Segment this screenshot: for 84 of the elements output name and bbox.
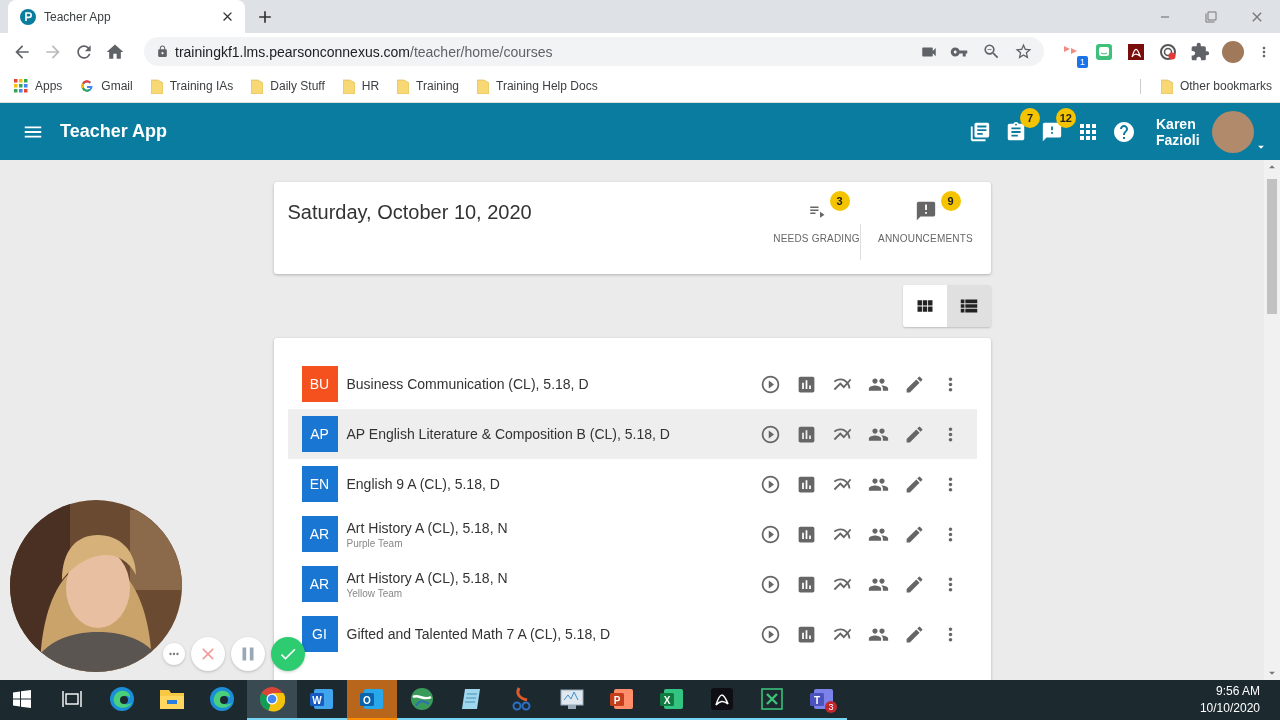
folder-icon (150, 78, 163, 94)
taskbar-clock[interactable]: 9:56 AM 10/10/2020 (1199, 680, 1260, 720)
count-badge: 9 (940, 191, 961, 211)
count-badge: 3 (829, 191, 850, 211)
task-view-icon[interactable] (62, 690, 82, 708)
grid-view-button[interactable] (902, 285, 947, 327)
course-name[interactable]: Art History A (CL), 5.18, N (346, 519, 757, 536)
play-icon[interactable] (760, 373, 781, 395)
scrollbar[interactable] (1264, 160, 1280, 680)
help-icon[interactable] (1112, 119, 1136, 144)
bookmark-link[interactable]: Training (397, 78, 460, 94)
extension-badge: 1 (1077, 55, 1088, 68)
extensions-icon[interactable] (1190, 41, 1210, 62)
edge-browser-icon[interactable] (109, 686, 135, 712)
play-icon[interactable] (760, 573, 781, 595)
file-explorer-icon[interactable] (159, 687, 185, 711)
user-name[interactable]: Karen Fazioli (1156, 115, 1206, 148)
course-name[interactable]: Art History A (CL), 5.18, N (346, 569, 757, 586)
taskbar-app-button[interactable]: T 3 (797, 680, 847, 720)
lock-icon (156, 45, 169, 58)
tab-title: Teacher App (44, 9, 112, 24)
list-view-button[interactable] (946, 285, 991, 327)
course-name[interactable]: English 9 A (CL), 5.18, D (346, 476, 757, 492)
stat-label[interactable]: ANNOUNCEMENTS (878, 233, 973, 244)
google-icon (80, 79, 95, 93)
monitor-icon[interactable] (559, 687, 585, 711)
count-badge: 12 (1055, 107, 1076, 128)
bookmark-link[interactable]: HR (342, 78, 380, 94)
notification-badge: 3 (825, 701, 837, 713)
course-row[interactable]: AP AP English Literature & Composition B (CL), 5.18, D (287, 409, 977, 459)
play-icon[interactable] (760, 523, 781, 545)
browser-tab[interactable]: Teacher App (8, 0, 245, 33)
mind-map-icon[interactable] (760, 687, 784, 711)
folder-icon (477, 78, 490, 94)
bookmark-link[interactable]: Daily Stuff (251, 78, 325, 94)
course-initials: AR (301, 566, 338, 602)
clipboard-icon[interactable] (1005, 120, 1027, 143)
course-initials: AR (301, 516, 338, 552)
date-heading: Saturday, October 10, 2020 (287, 201, 533, 225)
announcement-icon[interactable] (914, 200, 937, 222)
taskbar-app-button[interactable]: O (347, 680, 397, 720)
course-subtitle: Purple Team (346, 537, 404, 549)
taskbar-app-button[interactable]: X (647, 680, 697, 720)
chrome-browser-icon[interactable] (259, 686, 285, 712)
course-name[interactable]: AP English Literature & Composition B (CL), 5.18, D (346, 426, 757, 442)
course-initials: BU (301, 366, 338, 402)
course-name[interactable]: Business Communication (CL), 5.18, D (346, 376, 757, 392)
site-favicon (20, 8, 36, 25)
library-icon[interactable] (969, 120, 991, 143)
play-icon[interactable] (760, 473, 781, 495)
bookmark-link[interactable]: Apps (14, 79, 63, 93)
course-initials: AP (301, 416, 338, 452)
acrobat-icon[interactable] (1126, 41, 1146, 62)
folder-icon (1160, 78, 1173, 94)
app-title: Teacher App (60, 121, 168, 142)
bookmark-link[interactable]: Other bookmarks (1160, 78, 1272, 94)
address-bar[interactable]: trainingkf1.lms.pearsonconnexus.com/teacher/home/courses (144, 37, 1044, 66)
folder-icon (397, 78, 410, 94)
alert-message-icon[interactable] (1041, 120, 1063, 143)
profile-avatar[interactable] (1222, 40, 1244, 63)
screencast-icon[interactable] (1158, 41, 1178, 62)
count-badge: 7 (1020, 107, 1040, 128)
folder-icon (342, 78, 355, 94)
bookmark-link[interactable]: Gmail (80, 79, 133, 93)
scroll-thumb[interactable] (1267, 179, 1277, 314)
zoom-out-icon[interactable] (981, 42, 1001, 61)
apps-grid-icon (14, 79, 28, 93)
play-icon[interactable] (760, 423, 781, 445)
acrobat-icon[interactable] (710, 687, 734, 711)
course-subtitle: Yellow Team (346, 587, 404, 599)
course-initials: EN (301, 466, 338, 502)
windows-start-icon[interactable] (13, 690, 31, 708)
globe-icon[interactable] (409, 686, 435, 712)
course-initials: GI (301, 616, 338, 652)
bookmark-link[interactable]: Training Help Docs (477, 78, 598, 94)
taskbar-app-button[interactable] (247, 680, 297, 720)
taskbar-app-button[interactable]: P (597, 680, 647, 720)
stat-label[interactable]: NEEDS GRADING (773, 233, 860, 244)
edge-browser-icon[interactable] (209, 686, 235, 712)
course-name[interactable]: Gifted and Talented Math 7 A (CL), 5.18, D (346, 626, 757, 642)
folder-icon (251, 78, 264, 94)
play-icon[interactable] (760, 623, 781, 645)
bookmark-link[interactable]: Training IAs (150, 78, 234, 94)
bookmark-star-icon[interactable] (1013, 42, 1033, 61)
